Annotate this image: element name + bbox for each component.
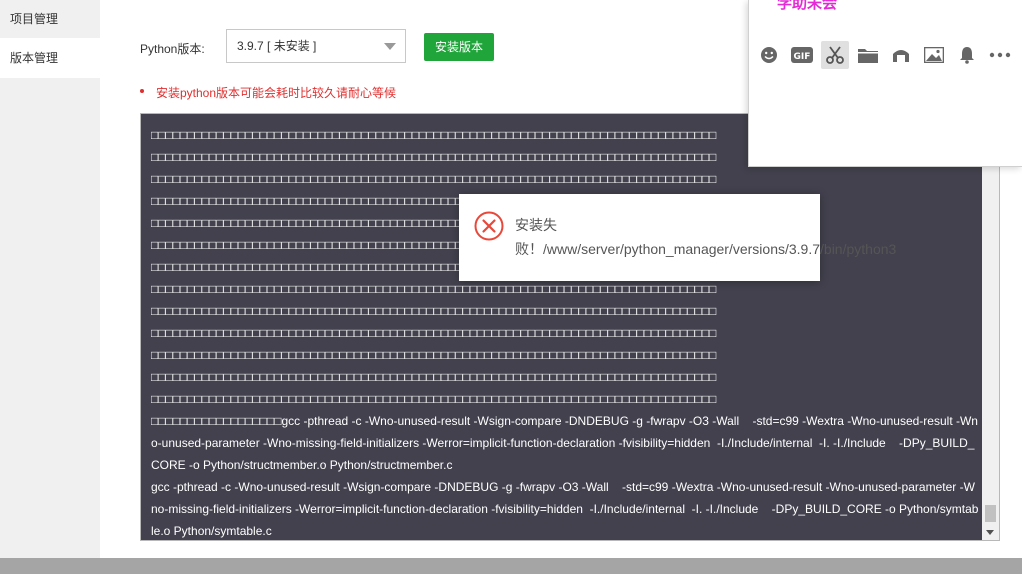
garbled-line: □□□□□□□□□□□□□□□□□□□□□□□□□□□□□□□□□□□□□□□□… — [151, 392, 717, 406]
error-circle-icon — [474, 211, 504, 241]
garbled-line: □□□□□□□□□□□□□□□□□□□□□□□□□□□□□□□□□□□□□□□□… — [151, 282, 717, 296]
garbled-line: □□□□□□□□□□□□□□□□□□□□□□□□□□□□□□□□□□□□□□□□… — [151, 326, 717, 340]
svg-text:GIF: GIF — [794, 52, 811, 62]
scroll-thumb[interactable] — [985, 505, 996, 522]
install-log-text: □□□□□□□□□□□□□□□□□□gcc -pthread -c -Wno-u… — [151, 414, 979, 538]
python-version-select[interactable]: 3.9.7 [ 未安装 ] — [226, 29, 406, 63]
error-toast: 安装失败！/www/server/python_manager/versions… — [459, 194, 897, 281]
python-version-selected: 3.9.7 [ 未安装 ] — [237, 39, 317, 53]
scissors-icon[interactable] — [821, 41, 849, 69]
music-icon[interactable] — [887, 41, 915, 69]
more-icon[interactable] — [986, 41, 1014, 69]
install-warning-text: 安装python版本可能会耗时比较久请耐心等候 — [156, 86, 397, 100]
folder-icon[interactable] — [854, 41, 882, 69]
bell-icon[interactable] — [953, 41, 981, 69]
image-icon[interactable] — [920, 41, 948, 69]
log-scrollbar[interactable] — [982, 114, 999, 540]
bottom-bar — [0, 558, 1022, 574]
chat-toolbar: GIF — [755, 41, 1019, 69]
garbled-line: □□□□□□□□□□□□□□□□□□□□□□□□□□□□□□□□□□□□□□□□… — [151, 348, 717, 362]
chat-panel: 学助未会 GIF — [748, 0, 1022, 167]
install-warning: 安装python版本可能会耗时比较久请耐心等候 — [140, 84, 397, 101]
garbled-line: □□□□□□□□□□□□□□□□□□□□□□□□□□□□□□□□□□□□□□□□… — [151, 370, 717, 384]
garbled-line: □□□□□□□□□□□□□□□□□□□□□□□□□□□□□□□□□□□□□□□□… — [151, 304, 717, 318]
install-version-button[interactable]: 安装版本 — [424, 33, 494, 61]
python-version-label: Python版本: — [140, 42, 205, 56]
chevron-down-icon — [384, 43, 396, 50]
bullet-icon — [140, 89, 144, 93]
sidebar: 项目管理 版本管理 — [0, 0, 100, 558]
error-toast-message: 安装失败！/www/server/python_manager/versions… — [515, 217, 897, 257]
install-log[interactable]: □□□□□□□□□□□□□□□□□□□□□□□□□□□□□□□□□□□□□□□□… — [140, 113, 1000, 541]
sidebar-item-versions[interactable]: 版本管理 — [0, 38, 100, 78]
garbled-line: □□□□□□□□□□□□□□□□□□□□□□□□□□□□□□□□□□□□□□□□… — [151, 172, 717, 186]
chat-title: 学助未会 — [777, 0, 838, 12]
emoji-icon[interactable] — [755, 41, 783, 69]
scroll-down-icon[interactable] — [986, 530, 994, 535]
sidebar-item-projects[interactable]: 项目管理 — [0, 0, 100, 38]
gif-icon[interactable]: GIF — [788, 41, 816, 69]
install-log-content: □□□□□□□□□□□□□□□□□□□□□□□□□□□□□□□□□□□□□□□□… — [151, 124, 979, 540]
